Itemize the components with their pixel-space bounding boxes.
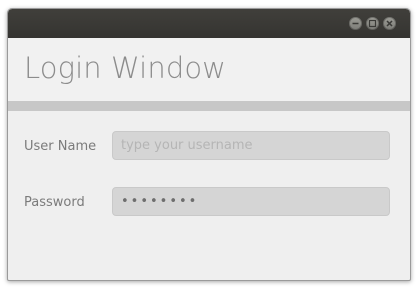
password-label: Password bbox=[24, 195, 85, 210]
close-icon bbox=[386, 20, 393, 27]
minimize-icon bbox=[352, 22, 359, 25]
header-divider bbox=[8, 101, 410, 111]
username-input[interactable] bbox=[112, 131, 390, 160]
password-input[interactable]: •••••••• bbox=[112, 187, 390, 216]
maximize-button[interactable] bbox=[366, 17, 379, 30]
minimize-button[interactable] bbox=[349, 17, 362, 30]
window-header: Login Window bbox=[8, 38, 410, 101]
maximize-icon bbox=[368, 19, 377, 28]
password-mask: •••••••• bbox=[121, 194, 199, 209]
window-titlebar[interactable] bbox=[8, 9, 410, 38]
username-label: User Name bbox=[24, 139, 97, 154]
page-title: Login Window bbox=[24, 51, 226, 85]
login-window: Login Window User Name Password •••••••• bbox=[7, 8, 411, 281]
close-button[interactable] bbox=[383, 17, 396, 30]
